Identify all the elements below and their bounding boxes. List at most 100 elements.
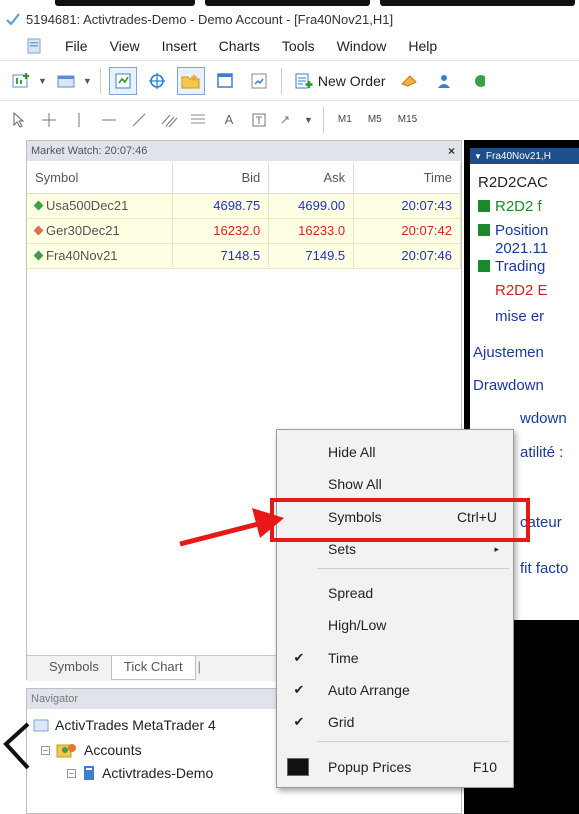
profiles-button[interactable] [53, 67, 81, 95]
tree-item-terminal[interactable]: ActivTrades MetaTrader 4 [33, 717, 216, 733]
menu-item-popup-prices[interactable]: Popup Prices F10 [277, 752, 513, 782]
navigator-button[interactable] [176, 66, 205, 95]
crosshair-tool-icon[interactable] [38, 108, 60, 132]
tab-tick-chart[interactable]: Tick Chart [110, 656, 196, 680]
menu-item-grid[interactable]: ✔ Grid [277, 707, 513, 737]
red-arrow-icon [179, 508, 284, 547]
menu-view[interactable]: View [99, 38, 151, 54]
menu-item-label: Show All [328, 476, 382, 492]
profiles-icon [57, 75, 75, 87]
menu-file[interactable]: File [54, 38, 99, 54]
submenu-arrow-icon: ▸ [494, 543, 499, 554]
status-square-icon [478, 224, 490, 236]
column-time[interactable]: Time [353, 163, 461, 194]
fibonacci-icon[interactable] [188, 108, 210, 132]
timeframe-m15[interactable]: M15 [394, 113, 421, 126]
timeframe-m5[interactable]: M5 [364, 113, 386, 126]
menu-tools[interactable]: Tools [271, 38, 326, 54]
column-bid[interactable]: Bid [172, 163, 270, 194]
timeframe-m1[interactable]: M1 [334, 113, 356, 126]
highlight-box [270, 498, 530, 542]
chart-status-line: Position [470, 222, 579, 239]
toolbar-separator [280, 67, 282, 94]
drawing-toolbar: A ▼ M1 M5 M15 [0, 100, 579, 138]
menu-help[interactable]: Help [397, 38, 448, 54]
menu-item-high-low[interactable]: High/Low [277, 610, 513, 640]
vertical-line-icon[interactable] [68, 108, 90, 132]
tree-item-label: Activtrades-Demo [102, 765, 214, 781]
tree-item-demo-account[interactable]: − Activtrades-Demo [67, 765, 213, 781]
standard-toolbar: ▼ ▼ New Order [0, 60, 579, 100]
collapse-icon[interactable]: − [41, 745, 50, 755]
market-watch-button[interactable] [108, 66, 137, 95]
collapse-icon[interactable]: − [67, 768, 76, 778]
signals-button[interactable] [430, 67, 458, 95]
autotrading-button[interactable] [464, 67, 492, 95]
column-symbol[interactable]: Symbol [27, 163, 174, 194]
close-icon[interactable]: × [448, 144, 455, 158]
title-bar: 5194681: Activtrades-Demo - Demo Account… [0, 6, 579, 32]
column-ask[interactable]: Ask [268, 163, 355, 194]
menu-bar: File View Insert Charts Tools Window Hel… [0, 32, 579, 60]
accounts-icon [56, 744, 76, 758]
menu-separator [317, 568, 509, 569]
checkmark-icon: ✔ [293, 650, 305, 665]
text-tool-icon[interactable]: A [218, 108, 240, 132]
tester-icon [251, 73, 267, 88]
menu-window[interactable]: Window [326, 38, 398, 54]
menu-item-hide-all[interactable]: Hide All [277, 437, 513, 467]
tree-item-accounts[interactable]: − Accounts [41, 741, 142, 759]
chevron-down-icon: ▼ [474, 151, 482, 161]
metaeditor-button[interactable] [396, 67, 424, 95]
chart-text: Trading [495, 258, 546, 275]
menu-item-show-all[interactable]: Show All [277, 469, 513, 499]
market-watch-icon [115, 73, 131, 88]
chart-text: mise er [495, 308, 545, 325]
data-window-button[interactable] [143, 67, 171, 95]
menu-item-label: Popup Prices [328, 759, 412, 775]
ask-value: 4699.00 [268, 193, 355, 219]
chart-text: R2D2 E [495, 282, 548, 299]
chart-text: Drawdown [473, 377, 544, 394]
context-menu: Hide All Show All Symbols Ctrl+U Sets ▸ … [276, 429, 514, 788]
trendline-icon[interactable] [128, 108, 150, 132]
table-row[interactable]: Fra40Nov21 7148.5 7149.5 20:07:46 [27, 243, 461, 269]
horizontal-line-icon[interactable] [98, 108, 120, 132]
tree-item-label: ActivTrades MetaTrader 4 [55, 717, 216, 733]
strategy-tester-button[interactable] [245, 67, 273, 95]
new-order-icon [295, 73, 313, 88]
status-square-icon [478, 200, 490, 212]
cursor-icon[interactable] [8, 108, 30, 132]
text-label-icon[interactable] [248, 108, 270, 132]
chevron-down-icon[interactable]: ▼ [304, 115, 313, 125]
menu-item-auto-arrange[interactable]: ✔ Auto Arrange [277, 675, 513, 705]
menu-insert[interactable]: Insert [151, 38, 208, 54]
chart-text: Ajustemen [473, 344, 544, 361]
menu-item-label: High/Low [328, 617, 387, 633]
document-icon[interactable] [26, 38, 42, 54]
new-chart-button[interactable] [8, 67, 36, 95]
chevron-down-icon[interactable]: ▼ [83, 76, 92, 86]
menu-item-label: Time [328, 650, 359, 666]
equidistant-channel-icon[interactable] [158, 108, 180, 132]
table-row[interactable]: Usa500Dec21 4698.75 4699.00 20:07:43 [27, 193, 461, 219]
menu-item-spread[interactable]: Spread [277, 578, 513, 608]
new-order-button[interactable]: New Order [290, 72, 390, 90]
terminal-button[interactable] [211, 67, 239, 95]
menu-charts[interactable]: Charts [208, 38, 271, 54]
symbol-status-icon [33, 225, 44, 236]
table-row[interactable]: Ger30Dec21 16232.0 16233.0 20:07:42 [27, 218, 461, 244]
terminal-window-icon [217, 72, 233, 88]
ask-value: 16233.0 [268, 218, 355, 244]
people-icon [437, 74, 450, 88]
status-square-icon [478, 260, 490, 272]
market-watch-title: Market Watch: 20:07:46 [31, 145, 148, 157]
menu-item-time[interactable]: ✔ Time [277, 643, 513, 673]
chevron-down-icon[interactable]: ▼ [38, 76, 47, 86]
window-title: 5194681: Activtrades-Demo - Demo Account… [26, 11, 394, 27]
tab-symbols[interactable]: Symbols [37, 656, 111, 680]
arrows-icon[interactable] [278, 108, 300, 132]
toolbar-separator [322, 106, 324, 133]
new-chart-icon [12, 72, 29, 87]
chart-text: 2021.11 [495, 240, 549, 257]
